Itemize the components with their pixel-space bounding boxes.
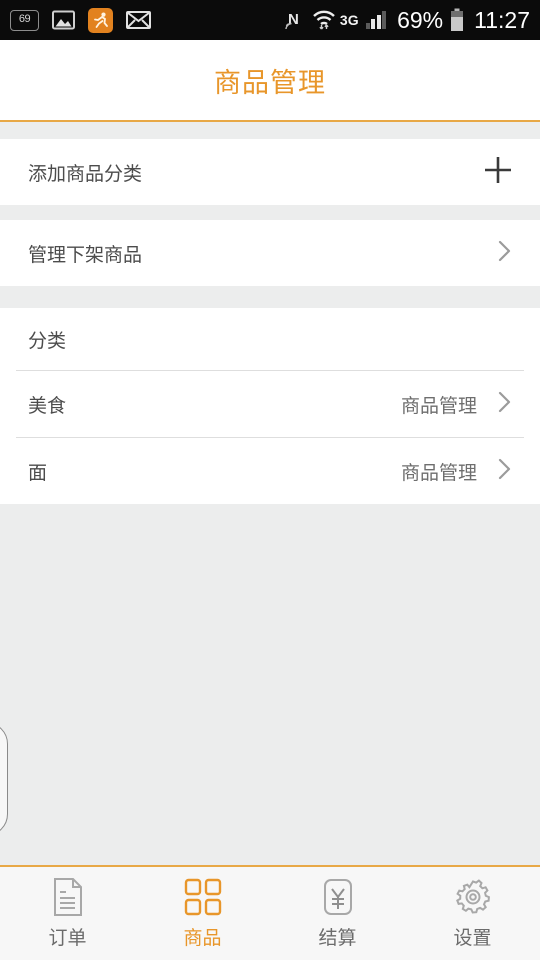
content-gap-top	[0, 122, 540, 139]
add-category-label: 添加商品分类	[28, 163, 143, 185]
status-bar-right-icons: N 3G 69% 11:27	[285, 7, 530, 34]
notification-count-badge: 69	[10, 9, 39, 31]
app-header: 商品管理	[0, 40, 540, 122]
battery-percent-label: 69%	[397, 6, 444, 33]
tab-orders-label: 订单	[48, 928, 87, 949]
category-action-label: 商品管理	[400, 462, 477, 484]
chevron-right-icon[interactable]	[495, 387, 515, 422]
table-row[interactable]: 面 商品管理	[0, 438, 540, 504]
table-row[interactable]: 美食 商品管理	[0, 371, 540, 437]
running-app-icon	[88, 7, 113, 33]
status-bar-left-icons: 69	[10, 7, 151, 33]
category-section-title: 分类	[28, 330, 67, 352]
tab-settlement[interactable]: 结算	[270, 867, 405, 960]
content-gap-1	[0, 205, 540, 220]
cellular-signal-icon	[365, 11, 387, 29]
tab-products-label: 商品	[183, 928, 222, 949]
category-section: 分类 美食 商品管理 面 商品管理	[0, 308, 540, 504]
tab-settings[interactable]: 设置	[405, 867, 540, 960]
grid-icon	[184, 877, 222, 917]
manage-offshelf-row[interactable]: 管理下架商品	[0, 220, 540, 286]
nfc-icon: N	[285, 9, 305, 31]
gear-icon	[453, 877, 493, 917]
wifi-icon	[312, 9, 336, 31]
tab-settings-label: 设置	[453, 928, 492, 949]
add-category-row[interactable]: 添加商品分类	[0, 139, 540, 205]
content-gap-2	[0, 286, 540, 308]
tab-products[interactable]: 商品	[135, 867, 270, 960]
bottom-tab-bar: 订单 商品 结算 设置	[0, 865, 540, 960]
page-title: 商品管理	[214, 67, 326, 98]
category-section-header: 分类	[0, 308, 540, 370]
manage-offshelf-label: 管理下架商品	[28, 244, 143, 266]
category-action-label: 商品管理	[400, 395, 477, 417]
plus-icon[interactable]	[481, 153, 515, 192]
battery-icon	[450, 8, 464, 32]
offscreen-floating-panel[interactable]	[0, 722, 8, 836]
document-icon	[51, 877, 85, 917]
chevron-right-icon[interactable]	[495, 236, 515, 271]
main-content: 添加商品分类 管理下架商品 分类 美食 商品管理 面 商品管理	[0, 122, 540, 865]
chevron-right-icon[interactable]	[495, 454, 515, 489]
yuan-square-icon	[320, 877, 356, 917]
mail-icon	[126, 11, 151, 29]
tab-settlement-label: 结算	[318, 928, 357, 949]
category-name: 美食	[28, 395, 67, 417]
gallery-icon	[52, 10, 75, 30]
svg-text:N: N	[288, 11, 299, 28]
status-bar: 69 N 3G 69% 11:27	[0, 0, 540, 40]
tab-orders[interactable]: 订单	[0, 867, 135, 960]
network-type-label: 3G	[339, 11, 359, 28]
clock-label: 11:27	[474, 6, 530, 33]
category-name: 面	[28, 462, 48, 484]
